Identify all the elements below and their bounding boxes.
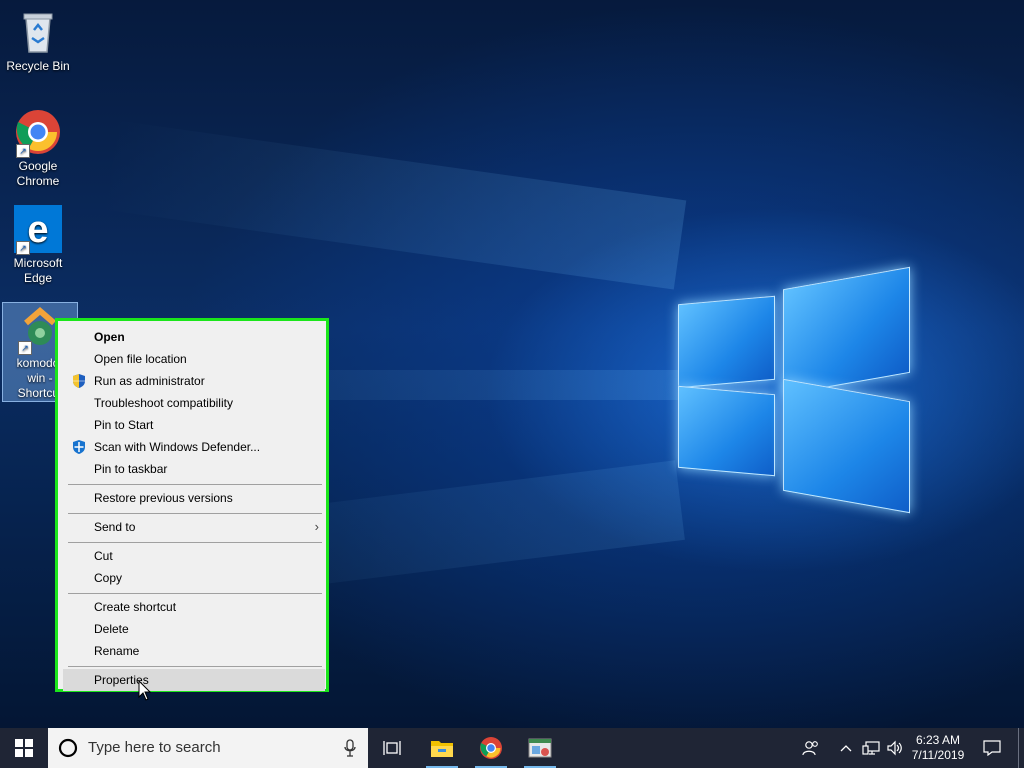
menu-item-label: Pin to taskbar xyxy=(94,462,168,476)
menu-item-restore-previous-versions[interactable]: Restore previous versions xyxy=(63,487,325,509)
show-desktop-button[interactable] xyxy=(1019,728,1024,768)
menu-item-label: Open file location xyxy=(94,352,187,366)
network-icon xyxy=(862,741,880,755)
shortcut-arrow-icon: ↗ xyxy=(16,241,30,255)
shortcut-arrow-icon: ↗ xyxy=(18,341,32,355)
volume-icon xyxy=(887,740,902,756)
action-center-button[interactable] xyxy=(976,728,1008,768)
menu-item-open-file-location[interactable]: Open file location xyxy=(63,348,325,370)
light-beam xyxy=(99,119,687,290)
desktop-icon-edge[interactable]: e ↗ Microsoft Edge xyxy=(4,205,72,286)
cortana-circle-icon xyxy=(58,738,78,758)
menu-item-label: Send to xyxy=(94,520,136,534)
menu-item-open[interactable]: Open xyxy=(63,326,325,348)
menu-separator xyxy=(68,593,322,594)
menu-item-label: Cut xyxy=(94,549,113,563)
menu-item-label: Copy xyxy=(94,571,123,585)
menu-item-label: Create shortcut xyxy=(94,600,177,614)
menu-item-label: Run as administrator xyxy=(94,374,205,388)
menu-item-create-shortcut[interactable]: Create shortcut xyxy=(63,596,325,618)
menu-separator xyxy=(68,542,322,543)
menu-item-label: Open xyxy=(94,330,125,344)
logo-pane xyxy=(678,295,775,389)
clock-date: 7/11/2019 xyxy=(911,748,965,762)
notification-icon xyxy=(983,740,1001,756)
taskbar-chrome[interactable] xyxy=(471,728,511,768)
recycle-bin-icon xyxy=(14,8,62,56)
desktop-icon-recycle-bin[interactable]: Recycle Bin xyxy=(4,8,72,74)
start-button[interactable] xyxy=(0,728,48,768)
chrome-icon xyxy=(480,737,502,759)
taskbar-search-box[interactable]: Type here to search xyxy=(48,728,368,768)
taskbar: Type here to search 6:23 AM 7/11/2019 xyxy=(0,728,1024,768)
app-icon xyxy=(528,738,552,758)
menu-separator xyxy=(68,484,322,485)
menu-item-send-to[interactable]: Send to › xyxy=(63,516,325,538)
menu-item-label: Rename xyxy=(94,644,140,658)
menu-item-pin-to-taskbar[interactable]: Pin to taskbar xyxy=(63,458,325,480)
desktop-icon-label: Microsoft Edge xyxy=(13,256,63,285)
volume-button[interactable] xyxy=(884,728,906,768)
menu-item-label: Troubleshoot compatibility xyxy=(94,396,233,410)
windows-logo-graphic xyxy=(670,266,915,514)
menu-item-label: Pin to Start xyxy=(94,418,154,432)
edge-icon: e ↗ xyxy=(14,205,62,255)
logo-pane xyxy=(783,378,910,514)
menu-separator xyxy=(68,513,322,514)
file-explorer-icon xyxy=(431,741,453,757)
menu-item-scan-with-defender[interactable]: Scan with Windows Defender... xyxy=(63,436,325,458)
menu-item-label: Restore previous versions xyxy=(94,491,233,505)
menu-item-cut[interactable]: Cut xyxy=(63,545,325,567)
chrome-icon: ↗ xyxy=(14,108,62,158)
desktop-icon-chrome[interactable]: ↗ Google Chrome xyxy=(4,108,72,189)
show-hidden-icons-button[interactable] xyxy=(836,728,856,768)
desktop-icon-label: Google Chrome xyxy=(16,159,60,188)
chevron-up-icon xyxy=(840,745,852,752)
menu-item-label: Scan with Windows Defender... xyxy=(94,440,261,454)
desktop-icon-label: Recycle Bin xyxy=(6,59,70,73)
logo-pane xyxy=(783,266,910,396)
menu-item-properties[interactable]: Properties xyxy=(63,669,325,691)
menu-item-pin-to-start[interactable]: Pin to Start xyxy=(63,414,325,436)
search-placeholder: Type here to search xyxy=(88,739,221,756)
context-menu: Open Open file location Run as administr… xyxy=(55,318,329,692)
svg-text:e: e xyxy=(27,209,48,251)
defender-icon xyxy=(71,439,87,455)
menu-item-delete[interactable]: Delete xyxy=(63,618,325,640)
task-view-icon xyxy=(383,741,401,755)
microphone-icon[interactable] xyxy=(344,739,356,757)
clock-time: 6:23 AM xyxy=(915,733,961,747)
people-button[interactable] xyxy=(796,728,826,768)
task-view-button[interactable] xyxy=(372,728,412,768)
menu-item-label: Delete xyxy=(94,622,129,636)
clock[interactable]: 6:23 AM 7/11/2019 xyxy=(908,728,968,768)
logo-pane xyxy=(678,385,775,477)
uac-shield-icon xyxy=(71,373,87,389)
taskbar-app[interactable] xyxy=(520,728,560,768)
network-button[interactable] xyxy=(860,728,882,768)
taskbar-file-explorer[interactable] xyxy=(422,728,462,768)
menu-separator xyxy=(68,666,322,667)
shortcut-arrow-icon: ↗ xyxy=(16,144,30,158)
windows-start-icon xyxy=(15,739,33,757)
menu-item-run-as-administrator[interactable]: Run as administrator xyxy=(63,370,325,392)
people-icon xyxy=(802,741,818,756)
chevron-right-icon: › xyxy=(314,519,319,534)
menu-item-troubleshoot-compatibility[interactable]: Troubleshoot compatibility xyxy=(63,392,325,414)
menu-item-copy[interactable]: Copy xyxy=(63,567,325,589)
menu-item-rename[interactable]: Rename xyxy=(63,640,325,662)
